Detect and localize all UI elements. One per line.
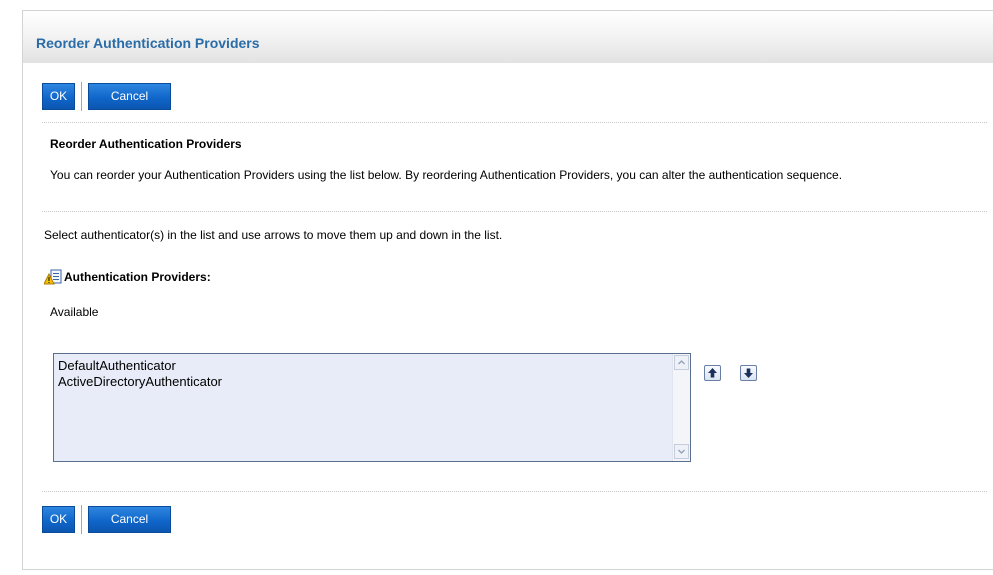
list-items: DefaultAuthenticator ActiveDirectoryAuth… (58, 358, 222, 390)
bottom-button-row: OK Cancel (42, 505, 171, 534)
title-bar: Reorder Authentication Providers (23, 11, 993, 63)
list-item[interactable]: DefaultAuthenticator (58, 358, 222, 374)
scroll-up-arrow-icon[interactable] (674, 355, 689, 370)
instruction-text: Select authenticator(s) in the list and … (44, 228, 503, 242)
arrow-up-icon (708, 368, 717, 378)
available-label: Available (50, 305, 99, 319)
ok-button-top[interactable]: OK (42, 83, 75, 110)
arrow-down-icon (744, 368, 753, 378)
ok-button-bottom[interactable]: OK (42, 506, 75, 533)
move-down-button[interactable] (740, 365, 757, 381)
reorder-providers-panel: Reorder Authentication Providers OK Canc… (22, 10, 993, 570)
divider (42, 491, 987, 492)
top-button-row: OK Cancel (42, 82, 171, 111)
button-separator (81, 505, 82, 534)
move-up-button[interactable] (704, 365, 721, 381)
cancel-button-bottom[interactable]: Cancel (88, 506, 171, 533)
button-separator (81, 82, 82, 111)
divider (42, 122, 987, 123)
section-description: You can reorder your Authentication Prov… (50, 168, 843, 182)
divider (42, 211, 987, 212)
list-item[interactable]: ActiveDirectoryAuthenticator (58, 374, 222, 390)
page-title: Reorder Authentication Providers (36, 35, 260, 51)
providers-label: Authentication Providers: (64, 270, 211, 284)
providers-field-label: Authentication Providers: (44, 269, 211, 285)
cancel-button-top[interactable]: Cancel (88, 83, 171, 110)
list-scrollbar[interactable] (672, 354, 690, 461)
scroll-down-arrow-icon[interactable] (674, 444, 689, 459)
section-heading: Reorder Authentication Providers (50, 137, 242, 151)
providers-listbox[interactable]: DefaultAuthenticator ActiveDirectoryAuth… (53, 353, 691, 462)
required-field-icon (44, 269, 62, 285)
